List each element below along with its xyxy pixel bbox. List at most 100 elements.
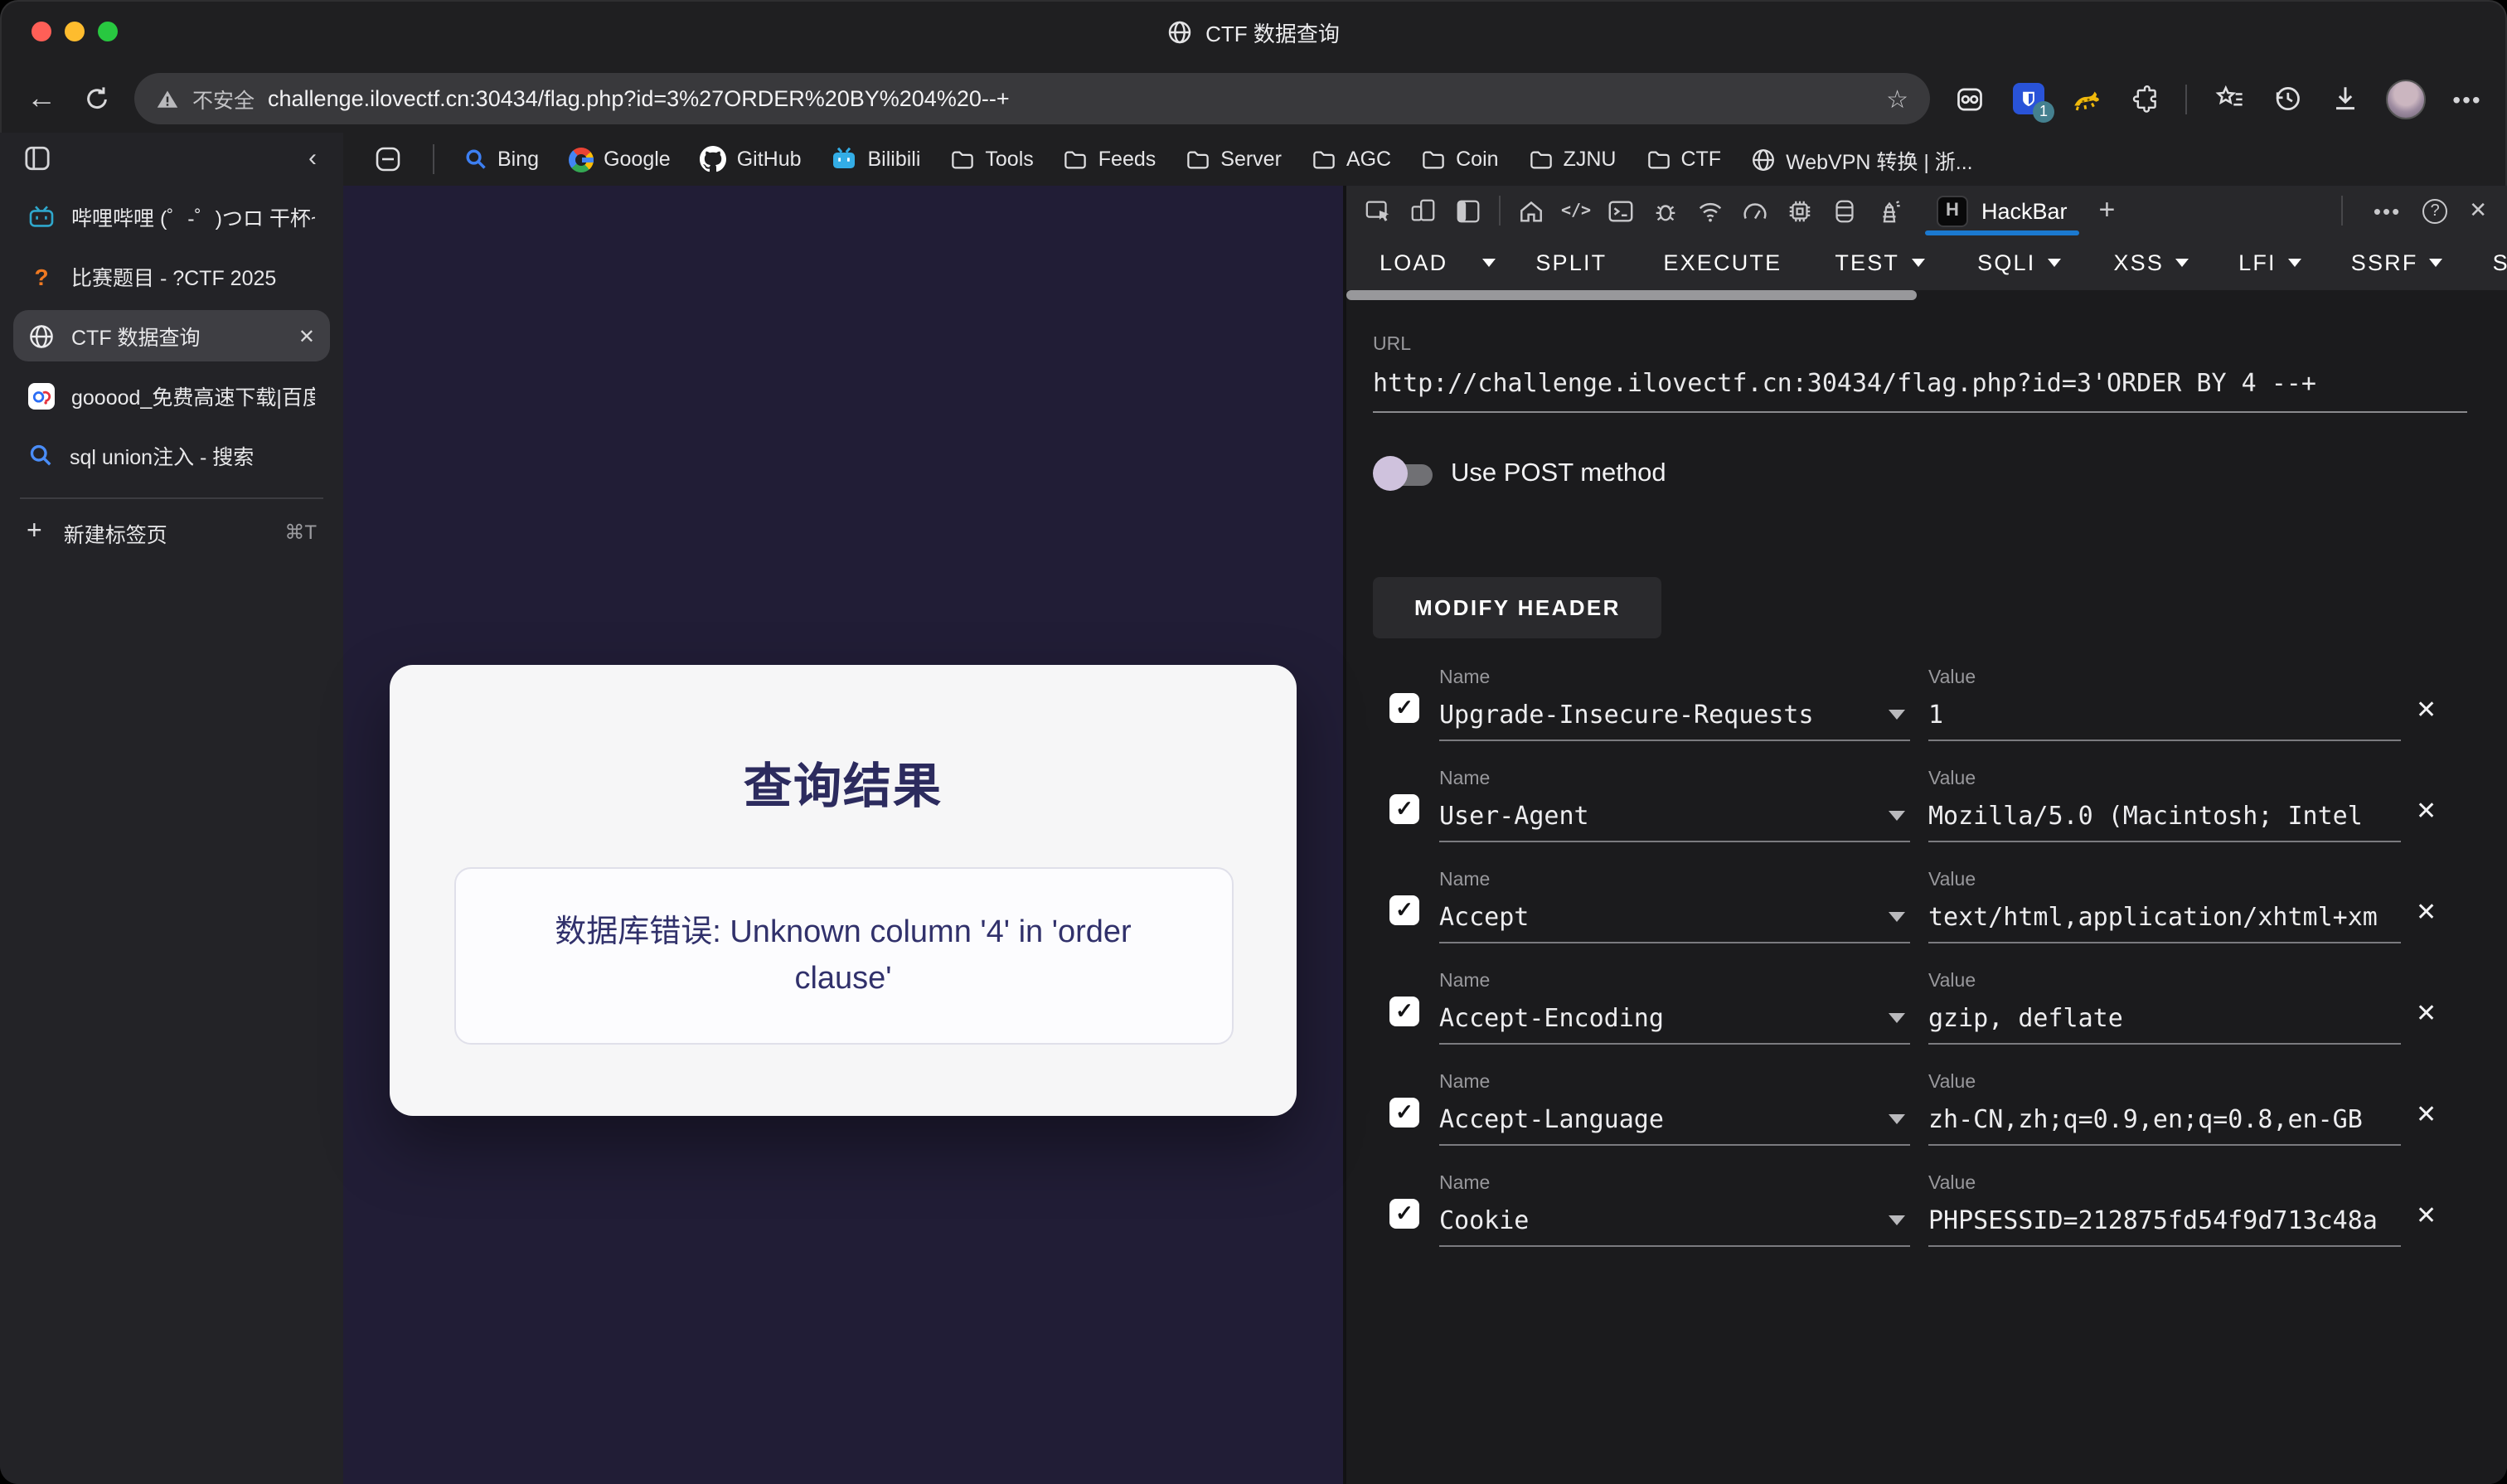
overflow-menu-item[interactable]: S — [2493, 250, 2507, 275]
load-button[interactable]: LOAD — [1380, 250, 1447, 275]
more-menu-icon[interactable]: ••• — [2451, 82, 2484, 115]
console-icon[interactable] — [1598, 187, 1643, 234]
remove-header-icon[interactable]: ✕ — [2416, 897, 2437, 927]
reading-list-icon[interactable] — [373, 144, 403, 174]
header-name-select[interactable]: Upgrade-Insecure-Requests — [1439, 700, 1910, 741]
bookmark-webvpn[interactable]: WebVPN 转换 | 浙... — [1751, 143, 1973, 175]
security-label[interactable]: 不安全 — [192, 83, 255, 114]
tampermonkey-cat-extension-icon[interactable] — [2069, 82, 2102, 115]
remove-header-icon[interactable]: ✕ — [2416, 695, 2437, 725]
tab-actions-icon[interactable] — [23, 144, 51, 172]
header-value-input[interactable]: 1 — [1928, 700, 2401, 741]
load-dropdown-caret[interactable] — [1482, 259, 1496, 267]
ssrf-menu[interactable]: SSRF — [2351, 250, 2418, 275]
back-button[interactable]: ← — [23, 81, 60, 116]
dropdown-caret-icon[interactable] — [1889, 710, 1905, 720]
extensions-puzzle-icon[interactable] — [2127, 82, 2160, 115]
horizontal-scrollbar[interactable] — [1346, 290, 2507, 302]
xss-menu[interactable]: XSS — [2113, 250, 2164, 275]
close-tab-icon[interactable]: ✕ — [298, 324, 315, 347]
reload-button[interactable] — [83, 85, 111, 113]
bookmark-folder-tools[interactable]: Tools — [950, 147, 1034, 172]
bookmark-bilibili[interactable]: Bilibili — [832, 146, 920, 172]
header-value-input[interactable]: gzip, deflate — [1928, 1003, 2401, 1045]
onetab-extension-icon[interactable] — [1953, 82, 1986, 115]
header-name-select[interactable]: Cookie — [1439, 1205, 1910, 1247]
post-method-toggle[interactable] — [1373, 456, 1434, 491]
device-emulation-icon[interactable] — [1401, 187, 1446, 234]
header-name-select[interactable]: User-Agent — [1439, 801, 1910, 842]
remove-header-icon[interactable]: ✕ — [2416, 998, 2437, 1028]
header-enabled-checkbox[interactable]: ✓ — [1389, 1098, 1419, 1128]
sqli-menu[interactable]: SQLI — [1977, 250, 2035, 275]
bookmark-folder-ctf[interactable]: CTF — [1646, 147, 1721, 172]
bookmark-folder-agc[interactable]: AGC — [1312, 147, 1391, 172]
lighthouse-icon[interactable] — [1867, 187, 1912, 234]
tab-ctf-2025[interactable]: ? 比赛题目 - ?CTF 2025 — [13, 250, 330, 302]
memory-icon[interactable] — [1777, 187, 1822, 234]
bookmark-folder-zjnu[interactable]: ZJNU — [1529, 147, 1616, 172]
tab-bilibili[interactable]: 哔哩哔哩 (゜-゜)つロ 干杯~ — [13, 191, 330, 242]
remove-header-icon[interactable]: ✕ — [2416, 1200, 2437, 1230]
bookmark-folder-coin[interactable]: Coin — [1421, 147, 1499, 172]
devtools-more-options-icon[interactable]: ••• — [2374, 198, 2401, 223]
split-button[interactable]: SPLIT — [1535, 250, 1607, 275]
inspect-element-icon[interactable] — [1356, 187, 1401, 234]
bookmark-google[interactable]: Google — [569, 147, 671, 172]
close-window-button[interactable] — [32, 22, 51, 41]
bookmark-github[interactable]: GitHub — [700, 146, 802, 172]
minimize-window-button[interactable] — [65, 22, 85, 41]
header-value-input[interactable]: Mozilla/5.0 (Macintosh; Intel — [1928, 801, 2401, 842]
bookmark-folder-server[interactable]: Server — [1186, 147, 1282, 172]
dropdown-caret-icon[interactable] — [1889, 811, 1905, 821]
header-enabled-checkbox[interactable]: ✓ — [1389, 794, 1419, 824]
bookmark-bing[interactable]: Bing — [464, 148, 539, 171]
header-enabled-checkbox[interactable]: ✓ — [1389, 997, 1419, 1026]
devtools-close-icon[interactable]: ✕ — [2469, 197, 2487, 224]
tab-gooood-download[interactable]: gooood_免费高速下载|百度 — [13, 370, 330, 421]
devtools-help-icon[interactable]: ? — [2422, 198, 2448, 223]
address-bar[interactable]: 不安全 challenge.ilovectf.cn:30434/flag.php… — [134, 73, 1930, 124]
dropdown-caret-icon[interactable] — [1889, 912, 1905, 922]
performance-icon[interactable] — [1733, 187, 1777, 234]
elements-icon[interactable]: </> — [1554, 187, 1598, 234]
modify-header-button[interactable]: MODIFY HEADER — [1373, 577, 1662, 638]
new-tab-button[interactable]: + 新建标签页 ⌘T — [0, 506, 343, 559]
storage-icon[interactable] — [1822, 187, 1867, 234]
header-enabled-checkbox[interactable]: ✓ — [1389, 693, 1419, 723]
bitwarden-extension-icon[interactable]: 1 — [2011, 82, 2054, 122]
debugger-bug-icon[interactable] — [1643, 187, 1688, 234]
lfi-menu[interactable]: LFI — [2238, 250, 2277, 275]
dropdown-caret-icon[interactable] — [1889, 1215, 1905, 1225]
address-url[interactable]: challenge.ilovectf.cn:30434/flag.php?id=… — [268, 86, 1873, 111]
welcome-home-icon[interactable] — [1509, 187, 1554, 234]
remove-header-icon[interactable]: ✕ — [2416, 796, 2437, 826]
maximize-window-button[interactable] — [98, 22, 118, 41]
header-name-select[interactable]: Accept-Encoding — [1439, 1003, 1910, 1045]
history-icon[interactable] — [2270, 82, 2303, 115]
downloads-icon[interactable] — [2328, 82, 2361, 115]
bookmark-folder-feeds[interactable]: Feeds — [1064, 147, 1156, 172]
header-enabled-checkbox[interactable]: ✓ — [1389, 1199, 1419, 1229]
header-value-input[interactable]: text/html,application/xhtml+xm — [1928, 902, 2401, 943]
test-menu[interactable]: TEST — [1835, 250, 1899, 275]
tab-ctf-query-active[interactable]: CTF 数据查询 ✕ — [13, 310, 330, 361]
favorites-icon[interactable] — [2212, 82, 2245, 115]
more-tools-plus-icon[interactable]: + — [2099, 194, 2116, 227]
header-name-select[interactable]: Accept — [1439, 902, 1910, 943]
remove-header-icon[interactable]: ✕ — [2416, 1099, 2437, 1129]
network-icon[interactable] — [1688, 187, 1733, 234]
profile-avatar[interactable] — [2386, 79, 2426, 119]
tab-sql-union-search[interactable]: sql union注入 - 搜索 — [13, 429, 330, 481]
panel-layout-icon[interactable] — [1446, 187, 1491, 234]
header-enabled-checkbox[interactable]: ✓ — [1389, 895, 1419, 925]
bookmark-star-icon[interactable]: ☆ — [1886, 84, 1908, 114]
tab-hackbar[interactable]: H HackBar — [1922, 186, 2083, 235]
header-value-input[interactable]: zh-CN,zh;q=0.9,en;q=0.8,en-GB — [1928, 1104, 2401, 1146]
dropdown-caret-icon[interactable] — [1889, 1013, 1905, 1023]
execute-button[interactable]: EXECUTE — [1663, 250, 1782, 275]
header-value-input[interactable]: PHPSESSID=212875fd54f9d713c48a — [1928, 1205, 2401, 1247]
url-input[interactable]: http://challenge.ilovectf.cn:30434/flag.… — [1373, 368, 2467, 413]
collapse-sidebar-icon[interactable]: ‹ — [308, 144, 317, 172]
header-name-select[interactable]: Accept-Language — [1439, 1104, 1910, 1146]
